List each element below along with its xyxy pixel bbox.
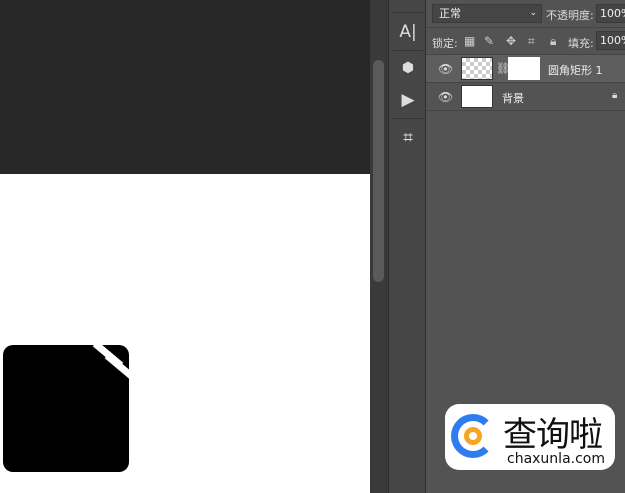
logo-magnifier-icon — [464, 427, 482, 445]
watermark-text: 查询啦 — [503, 415, 603, 455]
vector-mask-thumbnail[interactable] — [508, 57, 540, 80]
lock-icon: 🔒︎ — [612, 90, 618, 101]
lock-label: 锁定: — [432, 37, 458, 50]
canvas-pasteboard — [0, 0, 370, 174]
vertical-scrollbar[interactable] — [370, 0, 388, 493]
play-actions-icon[interactable]: ▶ — [389, 90, 427, 110]
lock-artboard-icon[interactable]: ⌗ — [528, 34, 535, 49]
divider — [393, 118, 423, 119]
panel-tool-strip: A| ⬢ ▶ ⌗ — [388, 0, 426, 493]
divider — [393, 12, 423, 13]
layer-name[interactable]: 背景 — [502, 90, 524, 106]
lock-transparent-pixels-icon[interactable]: ▦ — [464, 34, 475, 48]
watermark-url: chaxunla.com — [507, 451, 605, 467]
blend-mode-select[interactable]: 正常 ⌄ — [432, 4, 542, 23]
watermark-logo: 查询啦 chaxunla.com — [445, 404, 615, 470]
eye-visibility-icon[interactable]: 👁︎ — [438, 62, 453, 76]
scrollbar-thumb[interactable] — [373, 60, 384, 282]
eye-visibility-icon[interactable]: 👁︎ — [438, 90, 453, 104]
lock-all-icon[interactable]: 🔒︎ — [550, 34, 556, 49]
lock-image-pixels-brush-icon[interactable]: ✎ — [484, 34, 494, 48]
divider — [426, 27, 625, 28]
layer-thumbnail — [461, 57, 493, 80]
blend-mode-value: 正常 — [439, 7, 461, 20]
divider — [393, 50, 423, 51]
fill-input[interactable]: 100% — [596, 31, 625, 50]
layer-row[interactable]: 👁︎ ⛓ 圆角矩形 1 — [426, 55, 625, 83]
rounded-rectangle-shape[interactable] — [3, 340, 136, 472]
lock-position-move-icon[interactable]: ✥ — [506, 34, 516, 48]
layer-row[interactable]: 👁︎ 背景 🔒︎ — [426, 83, 625, 111]
layer-thumbnail — [461, 85, 493, 108]
chevron-down-icon: ⌄ — [529, 8, 537, 18]
crop-icon[interactable]: ⌗ — [389, 128, 427, 148]
3d-panel-icon[interactable]: ⬢ — [389, 60, 427, 76]
opacity-label: 不透明度: — [546, 9, 594, 22]
layer-name[interactable]: 圆角矩形 1 — [548, 62, 603, 78]
opacity-input[interactable]: 100% — [596, 4, 625, 23]
character-panel-icon[interactable]: A| — [389, 22, 427, 42]
fill-label: 填充: — [568, 37, 594, 50]
